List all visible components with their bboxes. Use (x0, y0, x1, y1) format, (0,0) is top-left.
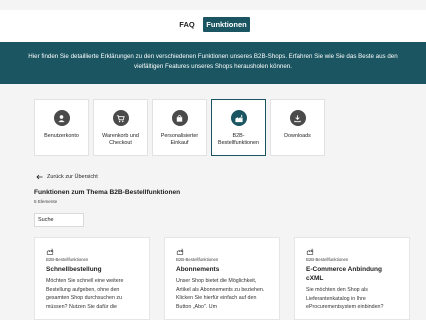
card-category: B2B-Bestellfunktionen (176, 257, 219, 262)
section-title: Funktionen zum Thema B2B-Bestellfunktion… (34, 189, 181, 196)
category-b2b-bestellfunktionen[interactable]: B2B-Bestellfunktionen (211, 99, 266, 156)
card-description: Unser Shop bietet die Möglichkeit, Artik… (176, 278, 265, 310)
factory-icon (306, 248, 314, 255)
factory-icon (176, 248, 184, 255)
intro-text: Hier finden Sie detaillierte Erklärungen… (28, 53, 398, 70)
card-category: B2B-Bestellfunktionen (306, 257, 349, 262)
intro-banner: Hier finden Sie detaillierte Erklärungen… (0, 42, 426, 84)
feature-card[interactable]: B2B-Bestellfunktionen Schnellbestellung … (34, 237, 150, 320)
feature-card[interactable]: B2B-Bestellfunktionen Abonnements Unser … (164, 237, 280, 320)
card-category: B2B-Bestellfunktionen (46, 257, 89, 262)
category-downloads[interactable]: Downloads (270, 99, 325, 156)
back-link[interactable]: Zurück zur Übersicht (36, 174, 98, 180)
card-description: Möchten Sie schnell eine weitere Bestell… (46, 278, 124, 310)
feature-card[interactable]: B2B-Bestellfunktionen E-Commerce Anbindu… (294, 237, 410, 320)
card-title: Abonnements (176, 266, 220, 273)
arrow-left-icon (36, 174, 43, 180)
category-personalisierter-einkauf[interactable]: Personalisierter Einkauf (152, 99, 207, 156)
factory-icon (46, 248, 54, 255)
category-row: Benutzerkonto Warenkorb und Checkout Per… (34, 99, 325, 156)
back-link-label: Zurück zur Übersicht (47, 174, 98, 180)
card-title: Schnellbestellung (46, 266, 102, 273)
tab-group: FAQ Funktionen (175, 17, 250, 32)
category-label: B2B-Bestellfunktionen (217, 133, 260, 146)
factory-icon (230, 110, 247, 126)
feature-cards: B2B-Bestellfunktionen Schnellbestellung … (34, 237, 410, 320)
cart-icon (112, 110, 129, 126)
category-label: Personalisierter Einkauf (160, 133, 199, 146)
tab-faq[interactable]: FAQ (175, 17, 199, 32)
user-icon (53, 110, 70, 126)
item-count: 5 Elemente (34, 199, 58, 204)
search-input[interactable]: Suche (34, 213, 84, 227)
tab-funktionen[interactable]: Funktionen (203, 17, 250, 32)
category-warenkorb[interactable]: Warenkorb und Checkout (93, 99, 148, 156)
card-description: Sie möchten den Shop als Lieferantenkata… (306, 287, 384, 310)
category-label: Benutzerkonto (44, 133, 79, 139)
card-title: E-Commerce Anbindung cXML (306, 266, 382, 282)
category-benutzerkonto[interactable]: Benutzerkonto (34, 99, 89, 156)
category-label: Downloads (284, 133, 311, 139)
download-icon (289, 110, 306, 126)
bag-icon (171, 110, 188, 126)
category-label: Warenkorb und Checkout (102, 133, 139, 146)
